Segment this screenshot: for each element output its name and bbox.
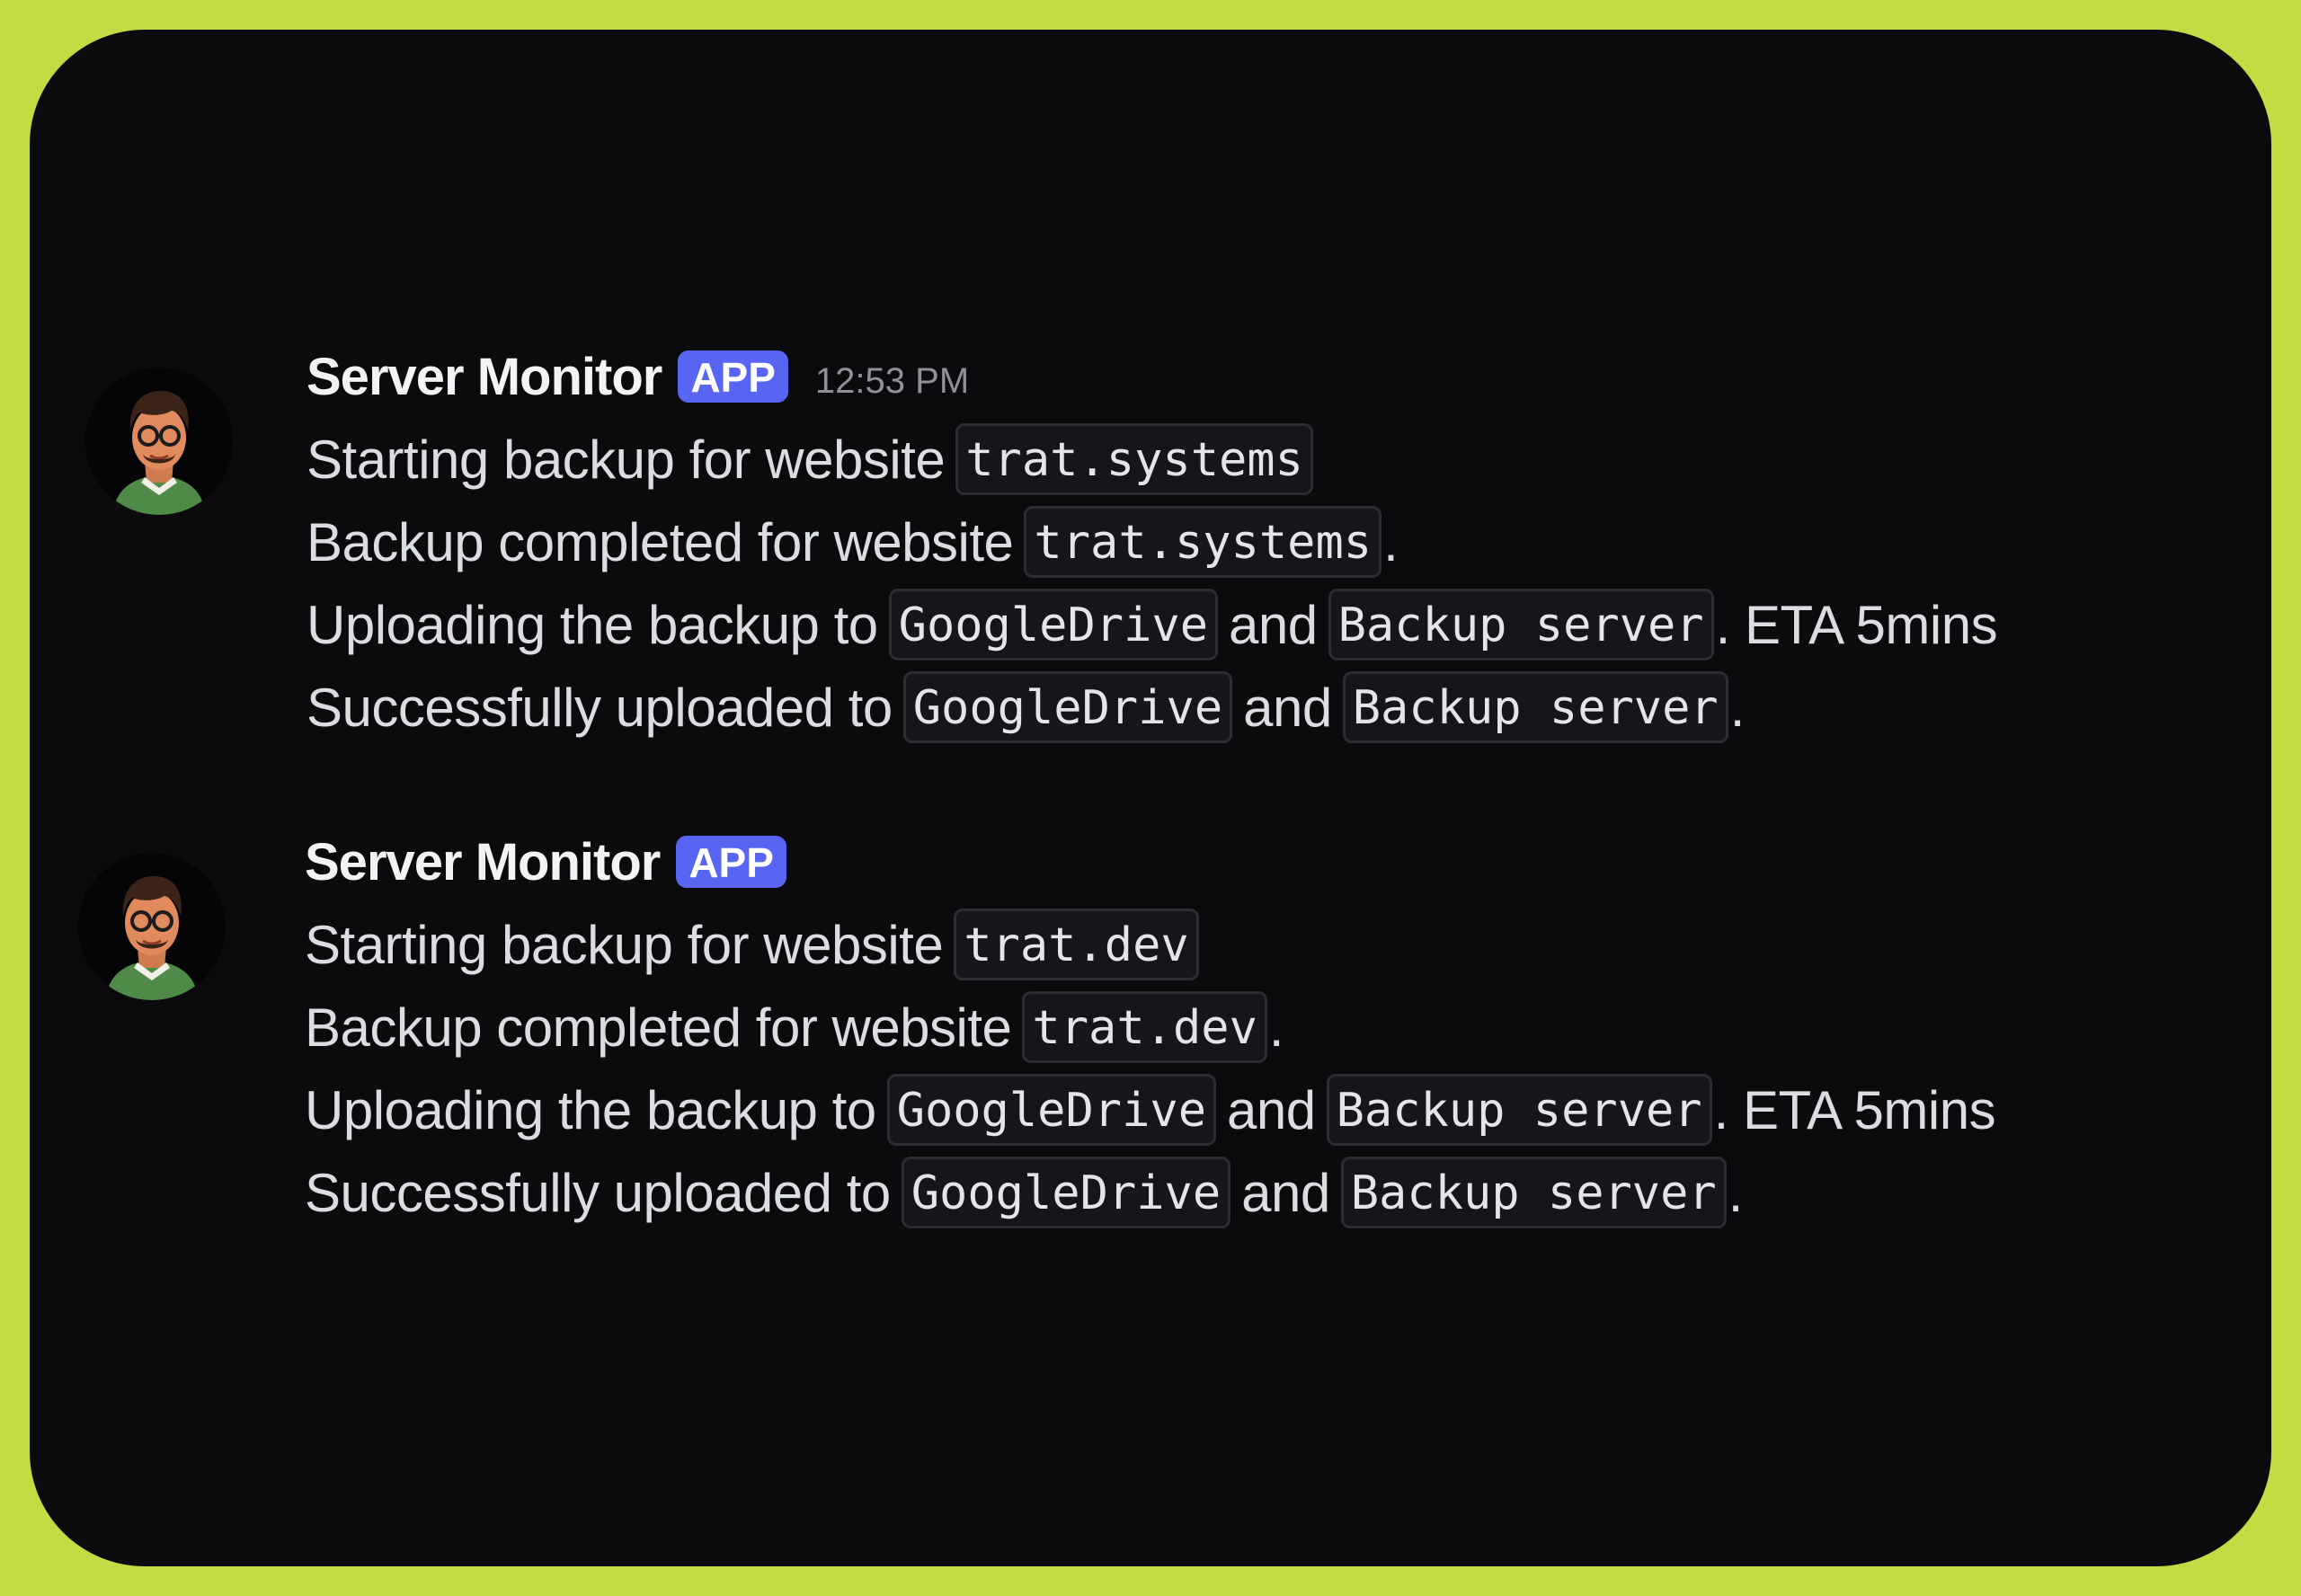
inline-code: trat.dev [1022, 991, 1267, 1063]
message-line: Uploading the backup to GoogleDrive and … [307, 583, 1998, 666]
line-text: Backup completed for website [307, 511, 1014, 572]
inline-code: Backup server [1328, 589, 1714, 661]
line-text: Starting backup for website [307, 429, 946, 490]
message-line: Backup completed for website trat.system… [307, 501, 1997, 583]
message-line: Successfully uploaded to GoogleDrive and… [305, 1151, 1995, 1234]
inline-code: trat.systems [955, 423, 1313, 495]
line-mid: and [1243, 677, 1332, 738]
message-line: Starting backup for website trat.systems [307, 418, 1997, 501]
message-header: Server Monitor APP [305, 820, 1995, 903]
inline-code: GoogleDrive [902, 671, 1233, 743]
line-suffix: . ETA 5mins [1715, 594, 1998, 655]
message-line: Backup completed for website trat.dev . [305, 986, 1995, 1068]
line-text: Backup completed for website [305, 997, 1012, 1058]
app-badge: APP [676, 836, 786, 888]
chat-panel: Server Monitor APP 12:53 PM Starting bac… [30, 30, 2271, 1566]
message-content: Server Monitor APP Starting backup for w… [305, 820, 1996, 1234]
message-header: Server Monitor APP 12:53 PM [307, 335, 1997, 418]
author-name[interactable]: Server Monitor [305, 832, 661, 892]
line-mid: and [1229, 594, 1318, 655]
avatar-icon[interactable] [78, 853, 226, 1000]
line-text: Uploading the backup to [307, 594, 878, 655]
avatar-icon[interactable] [85, 368, 233, 515]
timestamp[interactable]: 12:53 PM [815, 361, 969, 402]
inline-code: GoogleDrive [901, 1157, 1231, 1228]
app-badge: APP [678, 350, 788, 403]
inline-code: trat.systems [1024, 506, 1382, 578]
line-suffix: . [1268, 997, 1284, 1058]
line-suffix: . [1728, 1162, 1744, 1223]
inline-code: GoogleDrive [888, 589, 1219, 661]
line-suffix: . [1729, 677, 1746, 738]
line-text: Uploading the backup to [305, 1079, 876, 1140]
message-line: Successfully uploaded to GoogleDrive and… [307, 666, 1997, 749]
author-name[interactable]: Server Monitor [307, 347, 662, 407]
line-mid: and [1227, 1079, 1316, 1140]
message-line: Starting backup for website trat.dev [305, 903, 1995, 986]
inline-code: Backup server [1342, 671, 1728, 743]
avatar-illustration [78, 853, 226, 1000]
inline-code: GoogleDrive [886, 1074, 1217, 1146]
line-suffix: . [1383, 511, 1399, 572]
line-text: Successfully uploaded to [307, 677, 893, 738]
line-text: Starting backup for website [305, 914, 944, 975]
message-line: Uploading the backup to GoogleDrive and … [305, 1068, 1996, 1151]
avatar-illustration [85, 368, 233, 515]
inline-code: trat.dev [954, 909, 1199, 980]
line-mid: and [1241, 1162, 1330, 1223]
message-content: Server Monitor APP 12:53 PM Starting bac… [307, 335, 1998, 749]
line-text: Successfully uploaded to [305, 1162, 891, 1223]
inline-code: Backup server [1326, 1074, 1712, 1146]
line-suffix: . ETA 5mins [1713, 1079, 1996, 1140]
outer-frame: Server Monitor APP 12:53 PM Starting bac… [0, 0, 2301, 1596]
inline-code: Backup server [1340, 1157, 1727, 1228]
